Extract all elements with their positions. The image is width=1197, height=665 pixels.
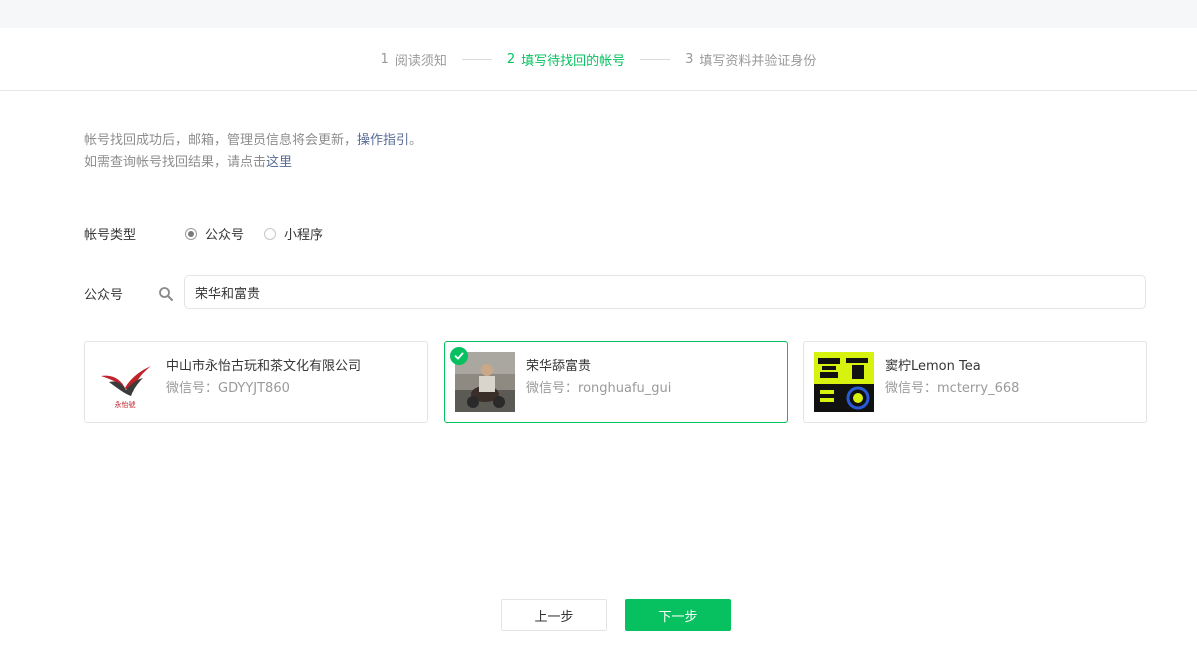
- wechat-id-label: 微信号：: [885, 381, 938, 396]
- step-3-number: 3: [685, 51, 694, 67]
- step-1: 1 阅读须知: [381, 50, 447, 69]
- account-card-yongyi[interactable]: 永怡號 中山市永怡古玩和茶文化有限公司 微信号：GDYYJT860: [84, 341, 428, 423]
- avatar-text: 永怡號: [115, 400, 136, 409]
- wechat-id: 微信号：GDYYJT860: [166, 377, 290, 396]
- account-name: 荣华舔富贵: [526, 359, 592, 374]
- account-type-radio-group: 公众号 小程序: [185, 224, 343, 243]
- step-3: 3 填写资料并验证身份: [685, 50, 816, 69]
- avatar: 永怡號: [95, 352, 155, 412]
- account-name: 窦柠Lemon Tea: [885, 359, 981, 374]
- step-indicator: 1 阅读须知 2 填写待找回的帐号 3 填写资料并验证身份: [0, 28, 1197, 91]
- radio-mini-program-label: 小程序: [284, 228, 324, 243]
- notice-line-1-text: 帐号找回成功后，邮箱，管理员信息将会更新，: [84, 133, 358, 148]
- account-card-lemon-tea[interactable]: 窦柠Lemon Tea 微信号：mcterry_668: [803, 341, 1147, 423]
- radio-official-account[interactable]: 公众号: [185, 224, 244, 243]
- wechat-id-value: mcterry_668: [937, 381, 1020, 396]
- account-name: 中山市永怡古玩和茶文化有限公司: [166, 359, 362, 374]
- wechat-id-value: ronghuafu_gui: [578, 381, 672, 396]
- notice-line-1-suffix: 。: [409, 133, 423, 148]
- step-2: 2 填写待找回的帐号: [507, 50, 625, 69]
- account-type-label: 帐号类型: [84, 228, 137, 243]
- radio-mini-program[interactable]: 小程序: [264, 224, 323, 243]
- next-step-button[interactable]: 下一步: [625, 599, 731, 631]
- notice-text: 帐号找回成功后，邮箱，管理员信息将会更新，操作指引。 如需查询帐号找回结果，请点…: [84, 130, 422, 174]
- step-3-label: 填写资料并验证身份: [699, 53, 817, 69]
- lemon-tea-logo-icon: [814, 352, 874, 412]
- radio-checked-icon[interactable]: [185, 227, 197, 240]
- prev-step-button[interactable]: 上一步: [501, 599, 607, 631]
- avatar: [814, 352, 874, 412]
- top-strip: [0, 0, 1197, 28]
- step-1-number: 1: [380, 51, 389, 67]
- step-divider: [640, 58, 671, 60]
- notice-line-2: 如需查询帐号找回结果，请点击这里: [84, 152, 422, 174]
- yongyi-logo-icon: 永怡號: [95, 352, 155, 412]
- search-label: 公众号: [84, 288, 124, 303]
- operation-guide-link[interactable]: 操作指引: [357, 133, 409, 148]
- selected-check-icon: [450, 347, 468, 365]
- radio-official-account-label: 公众号: [205, 228, 245, 243]
- radio-unchecked-icon[interactable]: [264, 227, 277, 240]
- query-result-link[interactable]: 这里: [266, 155, 292, 170]
- wechat-id-label: 微信号：: [166, 381, 219, 396]
- account-card-ronghua[interactable]: 荣华舔富贵 微信号：ronghuafu_gui: [444, 341, 788, 423]
- notice-line-1: 帐号找回成功后，邮箱，管理员信息将会更新，操作指引。: [84, 130, 422, 152]
- search-input[interactable]: [184, 275, 1146, 309]
- wechat-id: 微信号：ronghuafu_gui: [526, 377, 671, 396]
- step-1-label: 阅读须知: [394, 53, 447, 69]
- search-icon: [159, 287, 173, 301]
- step-2-label: 填写待找回的帐号: [521, 53, 626, 69]
- notice-line-2-text: 如需查询帐号找回结果，请点击: [84, 155, 267, 170]
- step-divider: [461, 58, 492, 60]
- wechat-id-label: 微信号：: [526, 381, 579, 396]
- step-2-number: 2: [506, 51, 516, 67]
- wechat-id-value: GDYYJT860: [218, 381, 290, 396]
- wechat-id: 微信号：mcterry_668: [885, 377, 1019, 396]
